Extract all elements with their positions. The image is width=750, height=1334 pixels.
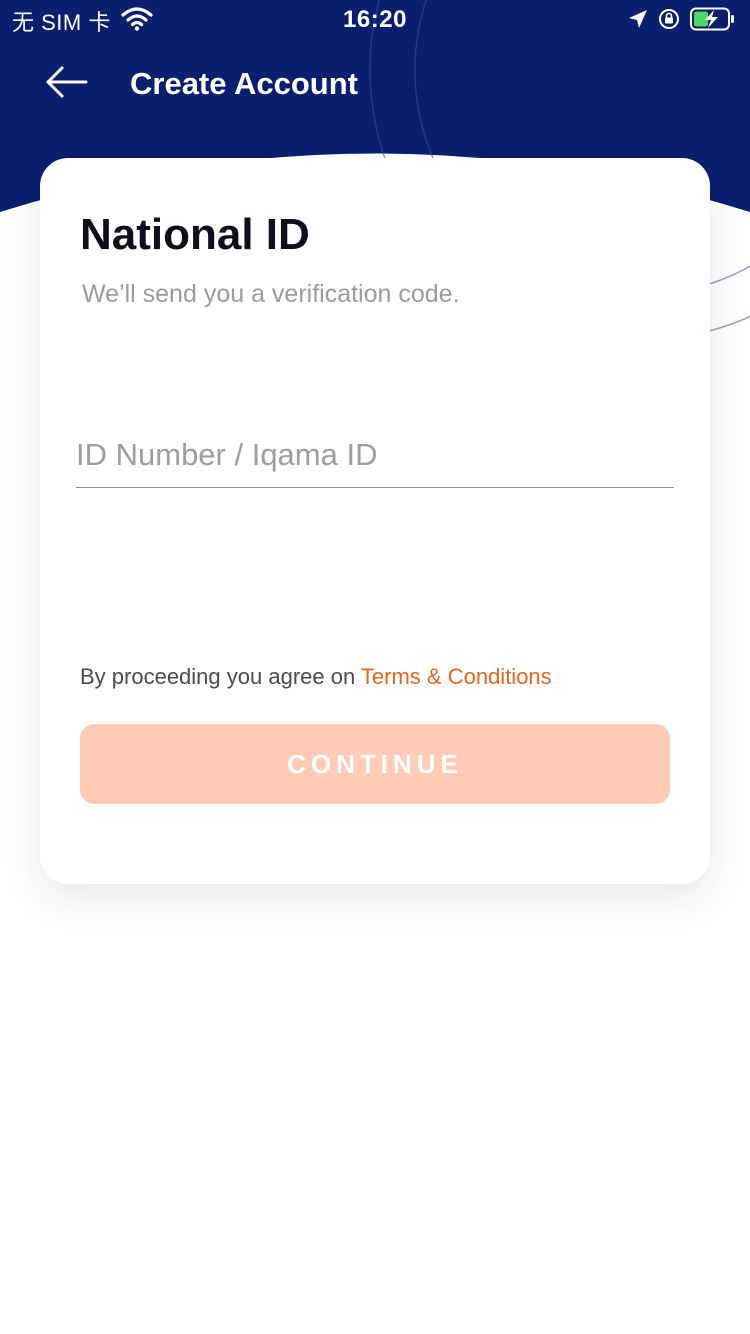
terms-link[interactable]: Terms & Conditions (361, 664, 552, 689)
status-right (628, 7, 736, 36)
page-title: Create Account (130, 66, 358, 101)
back-button[interactable] (44, 62, 98, 106)
location-arrow-icon (628, 9, 648, 34)
terms-text: By proceeding you agree on Terms & Condi… (80, 664, 552, 690)
card-subtitle: We’ll send you a verification code. (82, 280, 460, 308)
battery-charging-icon (690, 7, 736, 36)
terms-prefix: By proceeding you agree on (80, 664, 361, 689)
id-number-input[interactable] (76, 428, 674, 488)
continue-button[interactable]: CONTINUE (80, 724, 670, 804)
arrow-left-icon (44, 65, 88, 104)
nav-bar: Create Account (0, 52, 750, 116)
status-bar: 无 SIM 卡 16:20 (0, 0, 750, 42)
national-id-card: National ID We’ll send you a verificatio… (40, 158, 710, 884)
card-title: National ID (80, 210, 310, 259)
orientation-lock-icon (658, 8, 680, 35)
create-account-screen: 无 SIM 卡 16:20 Create Account National ID… (0, 0, 750, 1334)
